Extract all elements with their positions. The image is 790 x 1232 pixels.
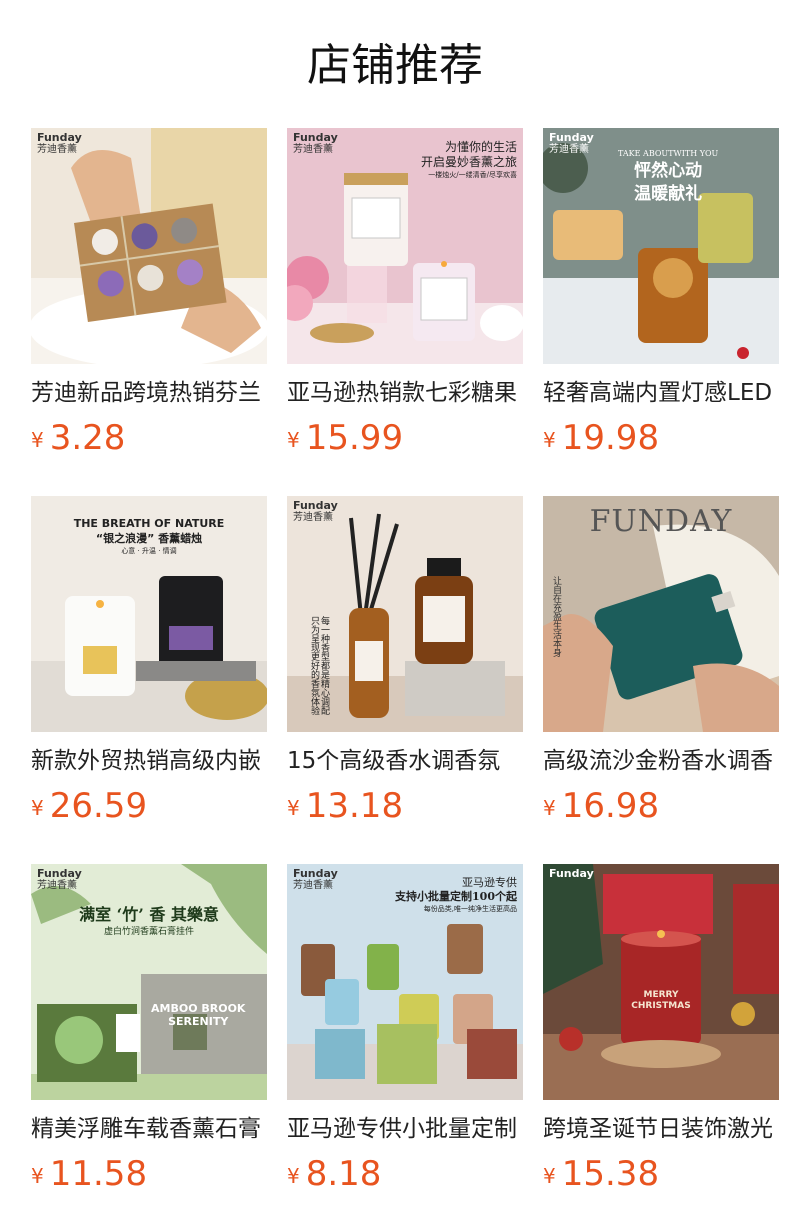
brand-logo: Funday 芳迪香薰 (293, 499, 338, 524)
candle-gift-box-photo (31, 128, 267, 364)
product-card[interactable]: Funday 芳迪香薰 为懂你的生活 开启曼妙香薰之旅 一楼烛火/一缕清香/尽享… (287, 128, 523, 468)
product-price: ¥11.58 (31, 1152, 267, 1196)
currency-symbol: ¥ (543, 1164, 556, 1188)
page-title: 店铺推荐 (307, 40, 483, 91)
product-image[interactable]: Funday 芳迪香薰 TAKE ABOUTWITH YOU 怦然心动 温暖献礼 (543, 128, 779, 364)
product-image[interactable]: Funday 芳迪香薰 (31, 128, 267, 364)
product-price: ¥19.98 (543, 416, 779, 460)
product-image[interactable]: Funday MERRY CHRISTMAS (543, 864, 779, 1100)
currency-symbol: ¥ (31, 796, 44, 820)
product-card[interactable]: Funday 芳迪香薰 芳迪新品跨境热销芬兰 ¥3.28 (31, 128, 267, 468)
product-price: ¥15.99 (287, 416, 523, 460)
product-card[interactable]: Funday MERRY CHRISTMAS 跨境圣诞节日装饰激光 ¥15.38 (543, 864, 779, 1204)
brand-logo: Funday 芳迪香薰 (293, 867, 338, 892)
packaging-text: AMBOO BROOK SERENITY (151, 1002, 246, 1028)
bamboo-aroma-stone-photo (31, 864, 267, 1100)
product-image[interactable]: FUNDAY 让自在充盈生活本身 (543, 496, 779, 732)
price-value: 16.98 (561, 786, 660, 826)
price-value: 8.18 (305, 1154, 382, 1194)
product-title[interactable]: 亚马逊专供小批量定制 (287, 1112, 523, 1146)
product-card[interactable]: Funday 芳迪香薰 满室 ‘竹’ 香 其樂意 虚白竹涧香薰石膏挂件 AMBO… (31, 864, 267, 1204)
brand-logo: Funday 芳迪香薰 (37, 131, 82, 156)
promo-text: FUNDAY (589, 504, 733, 539)
brand-logo: Funday 芳迪香薰 (37, 867, 82, 892)
product-price: ¥8.18 (287, 1152, 523, 1196)
currency-symbol: ¥ (31, 1164, 44, 1188)
product-card[interactable]: Funday 芳迪香薰 TAKE ABOUTWITH YOU 怦然心动 温暖献礼… (543, 128, 779, 468)
product-image[interactable]: Funday 芳迪香薰 亚马逊专供 支持小批量定制100个起 每份品类,唯一纯净… (287, 864, 523, 1100)
product-price: ¥13.18 (287, 784, 523, 828)
product-price: ¥16.98 (543, 784, 779, 828)
promo-text: 每一种香型都是精心调配 只为呈现更好的香氛体验 (309, 616, 329, 715)
product-card[interactable]: Funday 芳迪香薰 每一种香型都是精心调配 只为呈现更好的香氛体验 15个高… (287, 496, 523, 836)
currency-symbol: ¥ (287, 1164, 300, 1188)
product-title[interactable]: 跨境圣诞节日装饰激光 (543, 1112, 779, 1146)
price-value: 26.59 (49, 786, 148, 826)
product-card[interactable]: Funday 芳迪香薰 亚马逊专供 支持小批量定制100个起 每份品类,唯一纯净… (287, 864, 523, 1204)
product-title[interactable]: 新款外贸热销高级内嵌 (31, 744, 267, 778)
currency-symbol: ¥ (543, 428, 556, 452)
product-title[interactable]: 亚马逊热销款七彩糖果 (287, 376, 523, 410)
price-value: 13.18 (305, 786, 404, 826)
promo-text: TAKE ABOUTWITH YOU 怦然心动 温暖献礼 (618, 149, 719, 204)
product-title[interactable]: 15个高级香水调香氛 (287, 744, 523, 778)
product-title[interactable]: 高级流沙金粉香水调香 (543, 744, 779, 778)
product-price: ¥3.28 (31, 416, 267, 460)
currency-symbol: ¥ (287, 796, 300, 820)
product-price: ¥26.59 (31, 784, 267, 828)
promo-text: 为懂你的生活 开启曼妙香薰之旅 一楼烛火/一缕清香/尽享欢喜 (420, 140, 517, 179)
price-value: 15.38 (561, 1154, 660, 1194)
promo-text: 亚马逊专供 支持小批量定制100个起 每份品类,唯一纯净生活更高品 (395, 876, 517, 913)
product-title[interactable]: 精美浮雕车载香薰石膏 (31, 1112, 267, 1146)
price-value: 15.99 (305, 418, 404, 458)
product-title[interactable]: 芳迪新品跨境热销芬兰 (31, 376, 267, 410)
brand-logo: Funday 芳迪香薰 (549, 131, 594, 156)
promo-text: THE BREATH OF NATURE “银之浪漫” 香薰蜡烛 心意 · 升温… (73, 517, 225, 555)
brand-logo: Funday (549, 867, 594, 880)
brand-logo: Funday 芳迪香薰 (293, 131, 338, 156)
candle-label: MERRY CHRISTMAS (631, 990, 691, 1011)
product-card[interactable]: THE BREATH OF NATURE “银之浪漫” 香薰蜡烛 心意 · 升温… (31, 496, 267, 836)
product-title[interactable]: 轻奢高端内置灯感LED (543, 376, 779, 410)
currency-symbol: ¥ (543, 796, 556, 820)
currency-symbol: ¥ (31, 428, 44, 452)
promo-text: 满室 ‘竹’ 香 其樂意 虚白竹涧香薰石膏挂件 (79, 905, 219, 937)
price-value: 3.28 (49, 418, 126, 458)
product-image[interactable]: Funday 芳迪香薰 满室 ‘竹’ 香 其樂意 虚白竹涧香薰石膏挂件 AMBO… (31, 864, 267, 1100)
product-price: ¥15.38 (543, 1152, 779, 1196)
product-image[interactable]: Funday 芳迪香薰 每一种香型都是精心调配 只为呈现更好的香氛体验 (287, 496, 523, 732)
currency-symbol: ¥ (287, 428, 300, 452)
product-image[interactable]: THE BREATH OF NATURE “银之浪漫” 香薰蜡烛 心意 · 升温… (31, 496, 267, 732)
product-grid: Funday 芳迪香薰 芳迪新品跨境热销芬兰 ¥3.28 Funday 芳迪香薰… (31, 128, 779, 1218)
price-value: 19.98 (561, 418, 660, 458)
christmas-candle-photo (543, 864, 779, 1100)
price-value: 11.58 (49, 1154, 148, 1194)
product-image[interactable]: Funday 芳迪香薰 为懂你的生活 开启曼妙香薰之旅 一楼烛火/一缕清香/尽享… (287, 128, 523, 364)
promo-subtext: 让自在充盈生活本身 (551, 576, 561, 657)
product-card[interactable]: FUNDAY 让自在充盈生活本身 高级流沙金粉香水调香 ¥16.98 (543, 496, 779, 836)
